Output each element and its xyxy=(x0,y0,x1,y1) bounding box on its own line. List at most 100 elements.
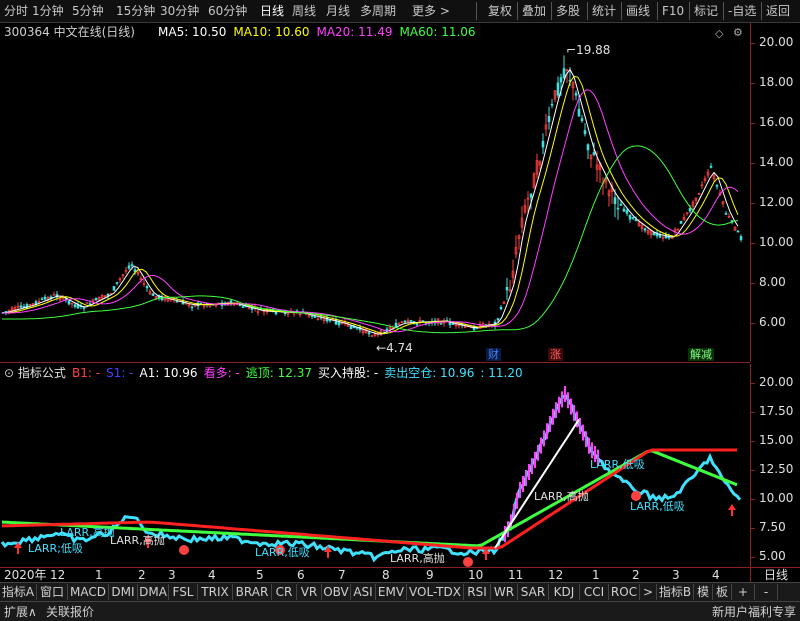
linked-quote-button[interactable]: 关联报价 xyxy=(46,604,94,620)
y-tick xyxy=(751,83,755,84)
time-axis: 2020年 12 1 2 3 4 5 6 7 8 9 10 11 12 1 2 3 4 xyxy=(0,567,750,582)
expand-button[interactable]: 扩展∧ xyxy=(4,604,37,620)
indicator-tab-20[interactable]: > xyxy=(640,584,657,600)
high-arrow-icon: ⌐ xyxy=(566,43,577,57)
month-label: 2 xyxy=(632,568,640,582)
new-user-promo[interactable]: 新用户福利专享 xyxy=(712,604,796,620)
candle-body xyxy=(622,208,626,212)
candle-body xyxy=(574,92,578,96)
indicator-tab-14[interactable]: RSI xyxy=(464,584,491,600)
indicator-dropdown-icon[interactable]: ⊙ xyxy=(4,366,14,380)
indicator-tab-6[interactable]: TRIX xyxy=(198,584,233,600)
indicator-tab-25[interactable]: - xyxy=(755,584,778,600)
indicator-pane[interactable]: ⊙ 指标公式 B1: - S1: - A1: 10.96 看多: - 逃顶: 12.37… xyxy=(0,364,750,567)
toolbar-divider xyxy=(689,2,690,20)
indicator-tab-11[interactable]: ASI xyxy=(351,584,376,600)
indicator-tab-21[interactable]: 指标B xyxy=(657,584,694,600)
indicator-tab-13[interactable]: VOL-TDX xyxy=(407,584,464,600)
indicator-title[interactable]: ⊙ 指标公式 xyxy=(4,364,66,382)
indicator-tab-1[interactable]: 窗口 xyxy=(37,584,68,600)
indicator-tab-19[interactable]: ROC xyxy=(609,584,640,600)
toolbar-item-0[interactable]: 分时 xyxy=(4,3,28,19)
candle-body xyxy=(73,304,77,308)
candle-body xyxy=(715,185,719,187)
candle-body xyxy=(403,320,407,323)
indicator-tab-10[interactable]: OBV xyxy=(322,584,351,600)
annotation-low-4: LARR,低吸 xyxy=(630,500,685,513)
event-marker[interactable]: 解减 xyxy=(688,348,714,361)
indicator-tab-4[interactable]: DMA xyxy=(138,584,169,600)
indicator-tab-23[interactable]: 板 xyxy=(713,584,732,600)
toolbar-right-item-0[interactable]: 复权 xyxy=(488,3,512,19)
indicator-tab-0[interactable]: 指标A xyxy=(0,584,37,600)
indicator-tab-2[interactable]: MACD xyxy=(68,584,109,600)
settings-gear-icon[interactable]: ⚙ xyxy=(733,26,743,39)
candle-body xyxy=(334,318,338,325)
y-tick-label: 18.00 xyxy=(759,75,794,89)
candle-body xyxy=(394,322,398,328)
month-label: 3 xyxy=(168,568,176,582)
indicator-tab-18[interactable]: CCI xyxy=(580,584,609,600)
indicator-tab-15[interactable]: WR xyxy=(491,584,518,600)
toolbar-item-1[interactable]: 1分钟 xyxy=(32,3,64,19)
month-label: 11 xyxy=(508,568,524,582)
toolbar-item-6[interactable]: 日线 xyxy=(260,3,284,19)
y-tick xyxy=(751,163,755,164)
toolbar-right-item-1[interactable]: 叠加 xyxy=(522,3,546,19)
toolbar-item-10[interactable]: 更多 > xyxy=(412,3,450,19)
candle-body xyxy=(505,286,509,291)
indicator-legend-item: S1: - xyxy=(106,366,134,380)
toolbar-item-3[interactable]: 15分钟 xyxy=(116,3,155,19)
toolbar-right-item-4[interactable]: 画线 xyxy=(626,3,650,19)
toolbar-right-item-6[interactable]: 标记 xyxy=(694,3,718,19)
y-tick xyxy=(751,203,755,204)
indicator-tab-8[interactable]: CR xyxy=(272,584,297,600)
toolbar-item-5[interactable]: 60分钟 xyxy=(208,3,247,19)
y-tick xyxy=(751,323,755,324)
indicator-tab-12[interactable]: EMV xyxy=(376,584,407,600)
indicator-tab-9[interactable]: VR xyxy=(297,584,322,600)
period-label[interactable]: 日线 xyxy=(750,567,800,582)
toolbar-right-item-3[interactable]: 统计 xyxy=(592,3,616,19)
event-marker[interactable]: 财 xyxy=(486,348,501,361)
collapse-diamond-icon[interactable]: ◇ xyxy=(715,27,723,40)
toolbar-item-2[interactable]: 5分钟 xyxy=(72,3,104,19)
toolbar-divider xyxy=(517,2,518,20)
indicator-legend-item: B1: - xyxy=(72,366,101,380)
toolbar-right-item-5[interactable]: F10 xyxy=(662,3,684,19)
toolbar-divider xyxy=(587,2,588,20)
toolbar-right-item-8[interactable]: 返回 xyxy=(766,3,790,19)
candle-body xyxy=(496,318,500,321)
toolbar-right-item-2[interactable]: 多股 xyxy=(556,3,580,19)
toolbar-right-item-7[interactable]: -自选 xyxy=(728,3,756,19)
toolbar-item-4[interactable]: 30分钟 xyxy=(160,3,199,19)
candle-body xyxy=(115,282,119,284)
candle-body xyxy=(679,220,683,224)
month-label: 9 xyxy=(426,568,434,582)
toolbar-item-8[interactable]: 月线 xyxy=(326,3,350,19)
candle-body xyxy=(541,140,545,148)
indicator-legend-item: A1: 10.96 xyxy=(139,366,198,380)
month-label: 4 xyxy=(712,568,720,582)
y-tick-label: 12.50 xyxy=(759,462,794,476)
indicator-tab-24[interactable]: + xyxy=(732,584,755,600)
toolbar-item-7[interactable]: 周线 xyxy=(292,3,316,19)
indicator-tab-7[interactable]: BRAR xyxy=(233,584,272,600)
indicator-tab-22[interactable]: 模 xyxy=(694,584,713,600)
candle-body xyxy=(241,306,245,308)
low-arrow-icon: ← xyxy=(376,341,387,355)
month-label: 12 xyxy=(50,568,66,582)
sell-signal-icon xyxy=(179,545,189,555)
indicator-tab-5[interactable]: FSL xyxy=(169,584,198,600)
annotation-high-2: LARR,高抛 xyxy=(60,526,115,539)
y-tick-label: 15.00 xyxy=(759,433,794,447)
toolbar-divider xyxy=(476,2,477,20)
indicator-tab-3[interactable]: DMI xyxy=(109,584,138,600)
y-tick-label: 6.00 xyxy=(759,315,786,329)
indicator-tab-17[interactable]: KDJ xyxy=(549,584,580,600)
event-marker[interactable]: 涨 xyxy=(548,348,563,361)
ma-legend-item: MA60: 11.06 xyxy=(399,25,476,39)
indicator-tab-16[interactable]: SAR xyxy=(518,584,549,600)
toolbar-item-9[interactable]: 多周期 xyxy=(360,3,396,19)
price-chart-pane[interactable]: 300364 中文在线(日线) MA5: 10.50 MA10: 10.60 MA2… xyxy=(0,23,750,363)
